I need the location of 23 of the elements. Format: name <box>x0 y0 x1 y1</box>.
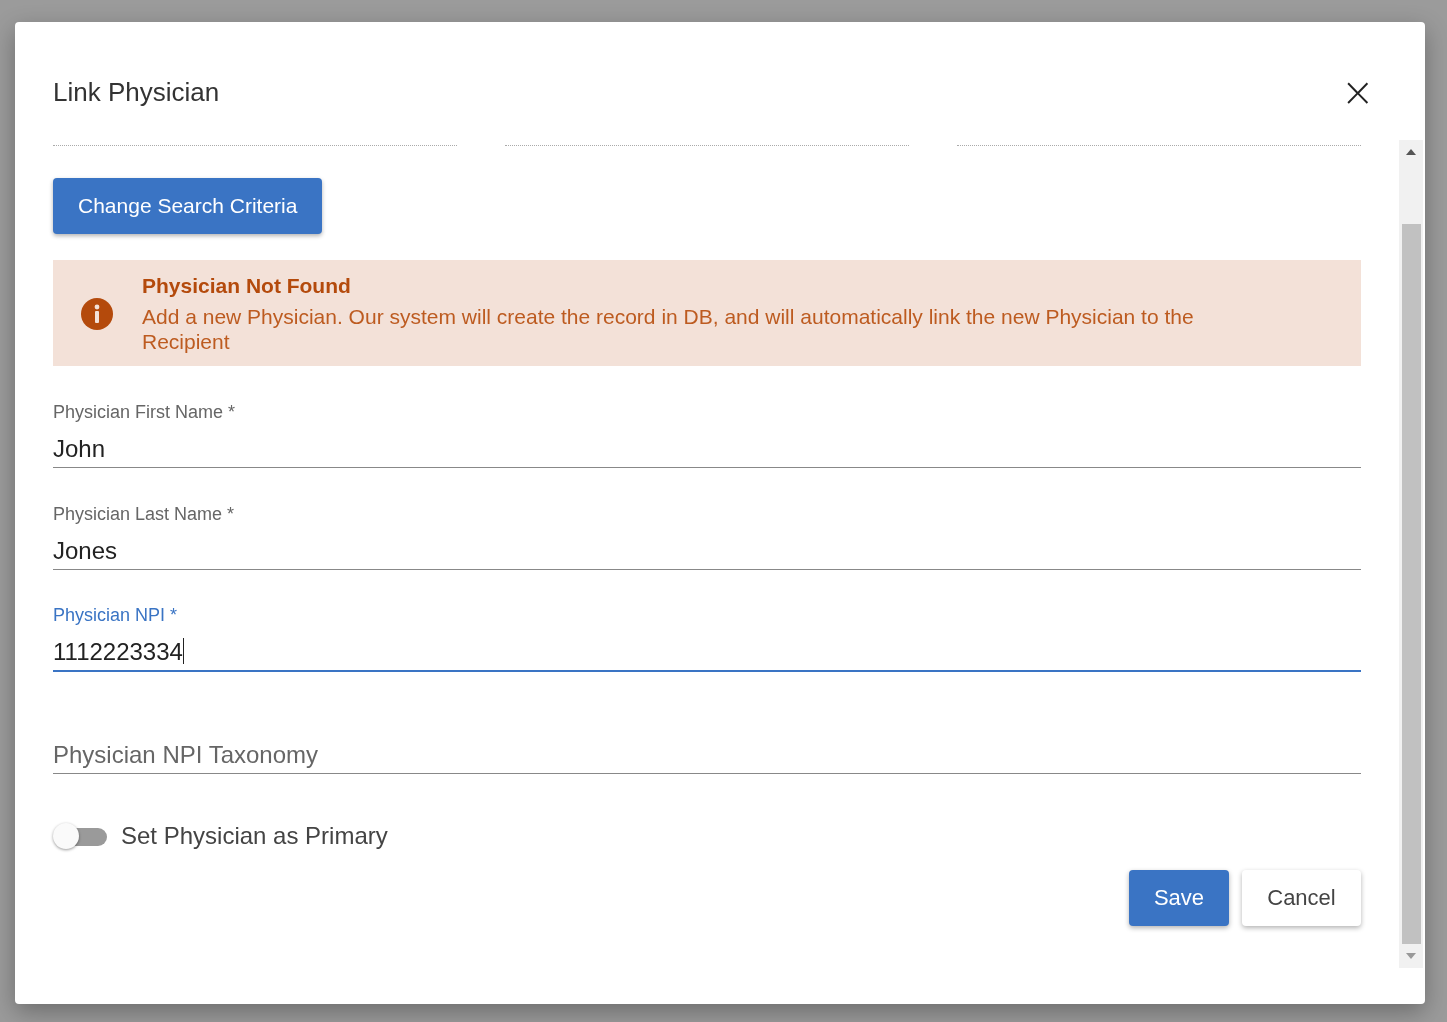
field-value: John <box>53 435 107 463</box>
change-search-criteria-button[interactable]: Change Search Criteria <box>53 178 323 234</box>
field-value: Jones <box>53 537 119 565</box>
toggle-switch[interactable] <box>53 823 107 849</box>
dialog-title: Link Physician <box>53 76 220 108</box>
scroll-up-icon[interactable] <box>1406 148 1416 156</box>
alert-message: Add a new Physician. Our system will create the record in DB, and will automatically link the new Physician to the Recipient <box>142 304 1195 354</box>
field-label: Physician First Name * <box>53 402 237 423</box>
scroll-down-icon[interactable] <box>1406 952 1416 960</box>
alert-title: Physician Not Found <box>142 274 352 298</box>
input-field[interactable]: Physician NPI Taxonomy <box>53 710 1361 774</box>
input-field[interactable]: Physician First Name * John <box>53 404 1361 468</box>
field-value: 1112223334 <box>53 638 186 666</box>
input-field[interactable]: Physician Last Name * Jones <box>53 506 1361 570</box>
input-field[interactable]: Physician NPI * 1112223334 <box>53 608 1361 672</box>
cancel-button[interactable]: Cancel <box>1242 870 1361 926</box>
toggle-label: Set Physician as Primary <box>121 822 388 850</box>
info-icon <box>80 297 114 331</box>
close-button[interactable]: × <box>1341 74 1371 110</box>
save-button[interactable]: Save <box>1129 870 1229 926</box>
field-label: Physician NPI * <box>53 605 179 626</box>
field-label: Physician Last Name * <box>53 504 236 525</box>
scrollbar[interactable] <box>1399 140 1423 968</box>
